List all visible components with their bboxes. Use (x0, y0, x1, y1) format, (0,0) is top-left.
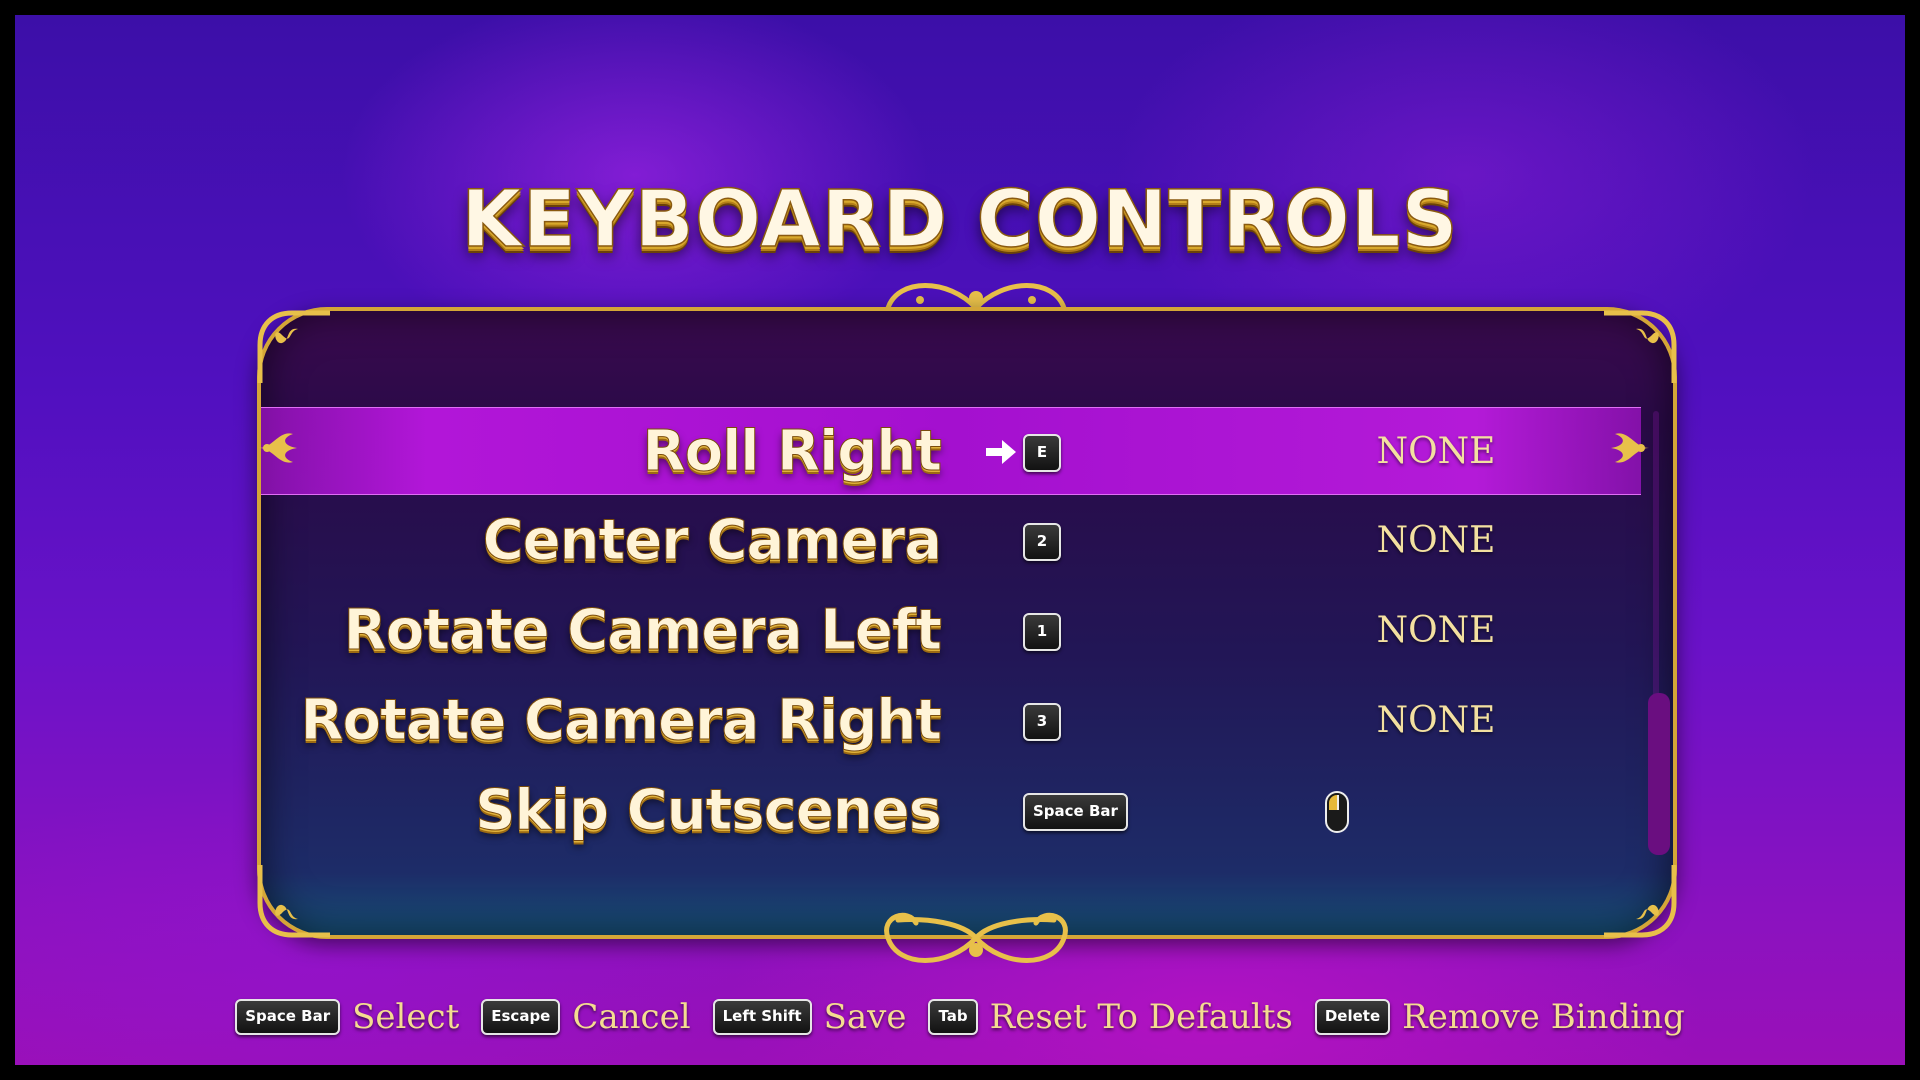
fleur-de-lis-icon (1604, 865, 1677, 938)
hint-reset-defaults[interactable]: Tab Reset To Defaults (928, 997, 1293, 1037)
mouse-left-click-icon[interactable] (1325, 791, 1349, 833)
primary-key-badge[interactable]: 2 (1023, 523, 1061, 561)
binding-row-roll-right[interactable]: Roll Right E NONE (261, 407, 1641, 495)
scrollbar-thumb[interactable] (1648, 693, 1670, 855)
primary-key-badge[interactable]: 1 (1023, 613, 1061, 651)
hint-save[interactable]: Left Shift Save (712, 997, 907, 1037)
action-label: Roll Right (642, 419, 943, 485)
hint-select[interactable]: Space Bar Select (235, 997, 459, 1037)
hint-label: Cancel (572, 997, 691, 1037)
hint-label: Remove Binding (1402, 997, 1685, 1037)
secondary-binding[interactable]: NONE (1316, 497, 1556, 585)
binding-row-center-camera[interactable]: Center Camera 2 NONE (261, 497, 1641, 585)
fleur-de-lis-icon (1604, 310, 1677, 383)
action-label: Rotate Camera Left (343, 598, 942, 664)
page-title: KEYBOARD CONTROLS (461, 174, 1459, 266)
key-badge: Escape (481, 999, 561, 1035)
fleur-de-lis-icon (257, 865, 330, 938)
fleur-de-lis-icon (257, 310, 330, 383)
key-badge: Tab (928, 999, 978, 1035)
key-badge: Delete (1314, 999, 1391, 1035)
fleur-de-lis-icon (259, 433, 297, 463)
button-hints-bar: Space Bar Select Escape Cancel Left Shif… (15, 995, 1905, 1039)
flourish-ornament-icon (884, 912, 1068, 963)
primary-key-badge[interactable]: 3 (1023, 703, 1061, 741)
primary-key-badge[interactable]: E (1023, 434, 1061, 472)
selection-arrow-icon (986, 440, 1016, 464)
key-badge: Space Bar (235, 999, 341, 1035)
binding-row-rotate-camera-left[interactable]: Rotate Camera Left 1 NONE (261, 587, 1641, 675)
key-badge: Left Shift (712, 999, 812, 1035)
secondary-binding[interactable]: NONE (1316, 677, 1556, 765)
secondary-binding[interactable]: NONE (1316, 587, 1556, 675)
hint-label: Save (823, 997, 907, 1037)
hint-label: Select (352, 997, 460, 1037)
action-label: Center Camera (482, 508, 942, 574)
fleur-de-lis-icon (1611, 433, 1649, 463)
primary-key-badge[interactable]: Space Bar (1023, 793, 1128, 831)
screen: KEYBOARD CONTROLS Roll Right E NONE Cent… (15, 15, 1905, 1065)
secondary-binding[interactable]: NONE (1316, 408, 1556, 496)
hint-label: Reset To Defaults (989, 997, 1293, 1037)
action-label: Skip Cutscenes (475, 778, 943, 844)
controls-panel: Roll Right E NONE Center Camera 2 NONE R… (257, 307, 1677, 939)
hint-remove-binding[interactable]: Delete Remove Binding (1314, 997, 1685, 1037)
hint-cancel[interactable]: Escape Cancel (481, 997, 691, 1037)
binding-row-rotate-camera-right[interactable]: Rotate Camera Right 3 NONE (261, 677, 1641, 765)
binding-row-skip-cutscenes[interactable]: Skip Cutscenes Space Bar (261, 767, 1641, 855)
action-label: Rotate Camera Right (300, 688, 943, 754)
